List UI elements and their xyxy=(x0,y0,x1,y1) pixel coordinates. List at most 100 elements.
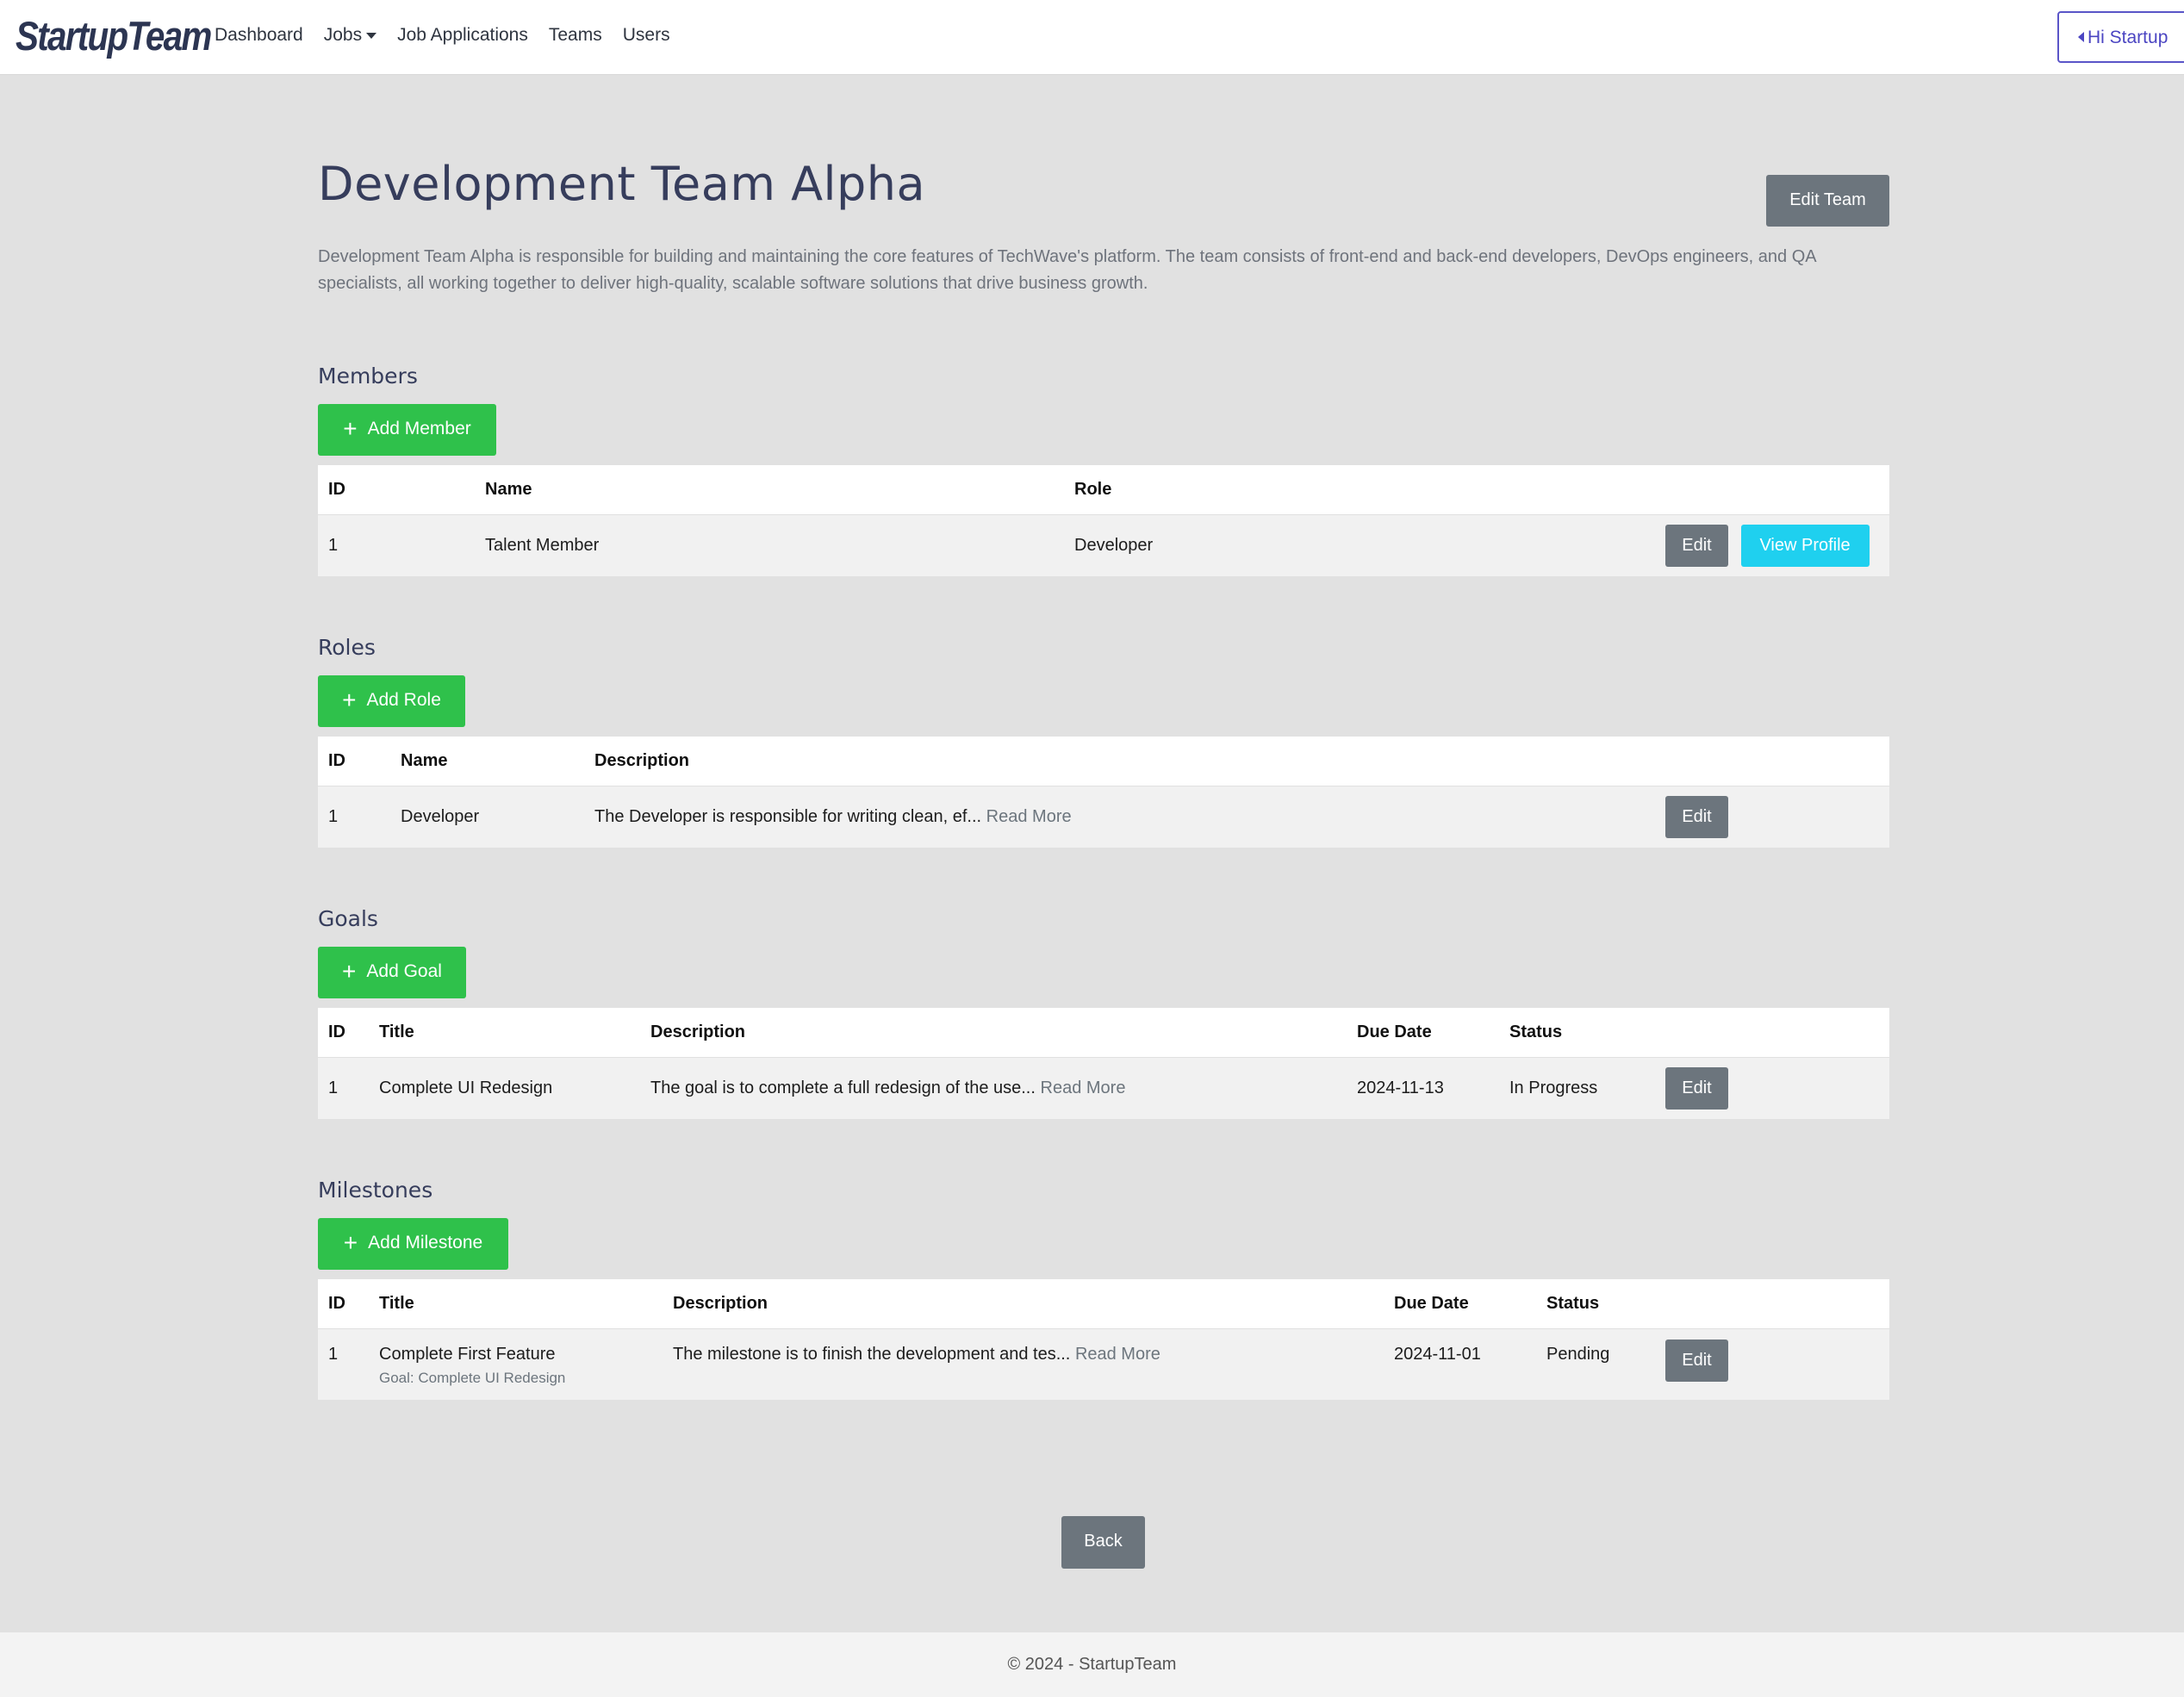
table-row: 1 Talent Member Developer Edit View Prof… xyxy=(318,513,1889,576)
page-title: Development Team Alpha xyxy=(318,157,926,211)
view-profile-button[interactable]: View Profile xyxy=(1740,524,1870,567)
col-description: Description xyxy=(663,1279,1384,1328)
member-name: Talent Member xyxy=(475,513,1064,576)
nav-links: Dashboard Jobs Job Applications Teams Us… xyxy=(215,25,691,46)
add-goal-button[interactable]: + Add Goal xyxy=(318,947,466,998)
members-table: ID Name Role 1 Talent Member Developer E… xyxy=(318,465,1889,576)
goal-actions: Edit xyxy=(1655,1056,1889,1119)
footer: © 2024 - StartupTeam xyxy=(0,1632,2184,1697)
add-milestone-label: Add Milestone xyxy=(368,1233,483,1253)
edit-role-button[interactable]: Edit xyxy=(1665,795,1728,838)
table-header-row: ID Name Role xyxy=(318,465,1889,514)
goals-heading: Goals xyxy=(318,906,378,931)
read-more-link[interactable]: Read More xyxy=(986,807,1072,826)
goal-description: The goal is to complete a full redesign … xyxy=(640,1056,1347,1119)
add-milestone-button[interactable]: + Add Milestone xyxy=(318,1218,508,1270)
footer-copyright: © 2024 - StartupTeam xyxy=(1007,1655,1177,1674)
milestone-title-cell: Complete First Feature Goal: Complete UI… xyxy=(369,1327,663,1400)
col-id: ID xyxy=(318,1279,369,1328)
table-header-row: ID Title Description Due Date Status xyxy=(318,1008,1889,1057)
add-role-label: Add Role xyxy=(366,690,441,710)
col-due-date: Due Date xyxy=(1347,1008,1499,1057)
col-description: Description xyxy=(640,1008,1347,1057)
member-actions: Edit View Profile xyxy=(1655,513,1889,576)
add-member-button[interactable]: + Add Member xyxy=(318,404,496,456)
col-description: Description xyxy=(584,737,1655,786)
milestone-title: Complete First Feature xyxy=(379,1344,556,1364)
goals-table: ID Title Description Due Date Status 1 C… xyxy=(318,1008,1889,1119)
col-actions xyxy=(1655,1279,1889,1328)
col-name: Name xyxy=(475,465,1064,514)
col-status: Status xyxy=(1499,1008,1655,1057)
col-id: ID xyxy=(318,465,475,514)
milestone-description-text: The milestone is to finish the developme… xyxy=(673,1344,1071,1364)
nav-users[interactable]: Users xyxy=(623,25,670,46)
col-title: Title xyxy=(369,1008,640,1057)
member-id: 1 xyxy=(318,513,475,576)
col-id: ID xyxy=(318,737,390,786)
edit-milestone-button[interactable]: Edit xyxy=(1665,1339,1728,1382)
col-id: ID xyxy=(318,1008,369,1057)
col-name: Name xyxy=(390,737,584,786)
milestone-id: 1 xyxy=(318,1327,369,1400)
goal-status: In Progress xyxy=(1499,1056,1655,1119)
user-menu-button[interactable]: Hi Startup xyxy=(2057,11,2184,63)
edit-goal-button[interactable]: Edit xyxy=(1665,1066,1728,1110)
goal-description-text: The goal is to complete a full redesign … xyxy=(650,1078,1036,1097)
col-due-date: Due Date xyxy=(1384,1279,1536,1328)
nav-dashboard[interactable]: Dashboard xyxy=(215,25,303,46)
milestone-actions: Edit xyxy=(1655,1327,1889,1400)
table-row: 1 Complete UI Redesign The goal is to co… xyxy=(318,1056,1889,1119)
col-actions xyxy=(1655,737,1889,786)
top-navbar: StartupTeam Dashboard Jobs Job Applicati… xyxy=(0,0,2184,75)
milestones-heading: Milestones xyxy=(318,1178,433,1203)
add-role-button[interactable]: + Add Role xyxy=(318,675,465,727)
milestone-due-date: 2024-11-01 xyxy=(1384,1327,1536,1400)
goal-title: Complete UI Redesign xyxy=(369,1056,640,1119)
table-row: 1 Complete First Feature Goal: Complete … xyxy=(318,1327,1889,1400)
chevron-down-icon xyxy=(366,32,377,39)
nav-jobs-label: Jobs xyxy=(323,25,363,45)
edit-team-button[interactable]: Edit Team xyxy=(1766,175,1889,227)
user-menu-label: Hi Startup xyxy=(2088,28,2168,47)
member-role: Developer xyxy=(1064,513,1655,576)
read-more-link[interactable]: Read More xyxy=(1075,1345,1160,1364)
add-goal-label: Add Goal xyxy=(366,961,442,981)
col-title: Title xyxy=(369,1279,663,1328)
members-heading: Members xyxy=(318,364,418,389)
table-header-row: ID Name Description xyxy=(318,737,1889,786)
col-actions xyxy=(1655,1008,1889,1057)
plus-icon: + xyxy=(342,958,357,985)
role-actions: Edit xyxy=(1655,785,1889,848)
team-description: Development Team Alpha is responsible fo… xyxy=(318,247,1816,293)
add-member-label: Add Member xyxy=(367,419,471,438)
brand-logo[interactable]: StartupTeam xyxy=(16,12,212,59)
table-header-row: ID Title Description Due Date Status xyxy=(318,1279,1889,1328)
read-more-link[interactable]: Read More xyxy=(1041,1078,1126,1097)
milestones-table: ID Title Description Due Date Status 1 C… xyxy=(318,1279,1889,1400)
nav-job-applications[interactable]: Job Applications xyxy=(397,25,528,46)
table-row: 1 Developer The Developer is responsible… xyxy=(318,785,1889,848)
milestone-goal-note: Goal: Complete UI Redesign xyxy=(379,1369,566,1386)
col-role: Role xyxy=(1064,465,1655,514)
col-actions xyxy=(1655,465,1889,514)
goal-due-date: 2024-11-13 xyxy=(1347,1056,1499,1119)
plus-icon: + xyxy=(342,687,357,713)
goal-id: 1 xyxy=(318,1056,369,1119)
edit-member-button[interactable]: Edit xyxy=(1665,524,1728,567)
plus-icon: + xyxy=(343,1229,358,1256)
back-button[interactable]: Back xyxy=(1061,1516,1145,1569)
caret-left-icon xyxy=(2078,32,2084,42)
roles-heading: Roles xyxy=(318,635,376,660)
milestone-description: The milestone is to finish the developme… xyxy=(663,1327,1384,1400)
role-id: 1 xyxy=(318,785,390,848)
role-description: The Developer is responsible for writing… xyxy=(584,785,1655,848)
role-name: Developer xyxy=(390,785,584,848)
milestone-status: Pending xyxy=(1536,1327,1655,1400)
col-status: Status xyxy=(1536,1279,1655,1328)
nav-jobs-dropdown[interactable]: Jobs xyxy=(323,25,377,46)
nav-teams[interactable]: Teams xyxy=(549,25,602,46)
role-description-text: The Developer is responsible for writing… xyxy=(594,806,982,826)
plus-icon: + xyxy=(343,415,358,442)
roles-table: ID Name Description 1 Developer The Deve… xyxy=(318,737,1889,848)
